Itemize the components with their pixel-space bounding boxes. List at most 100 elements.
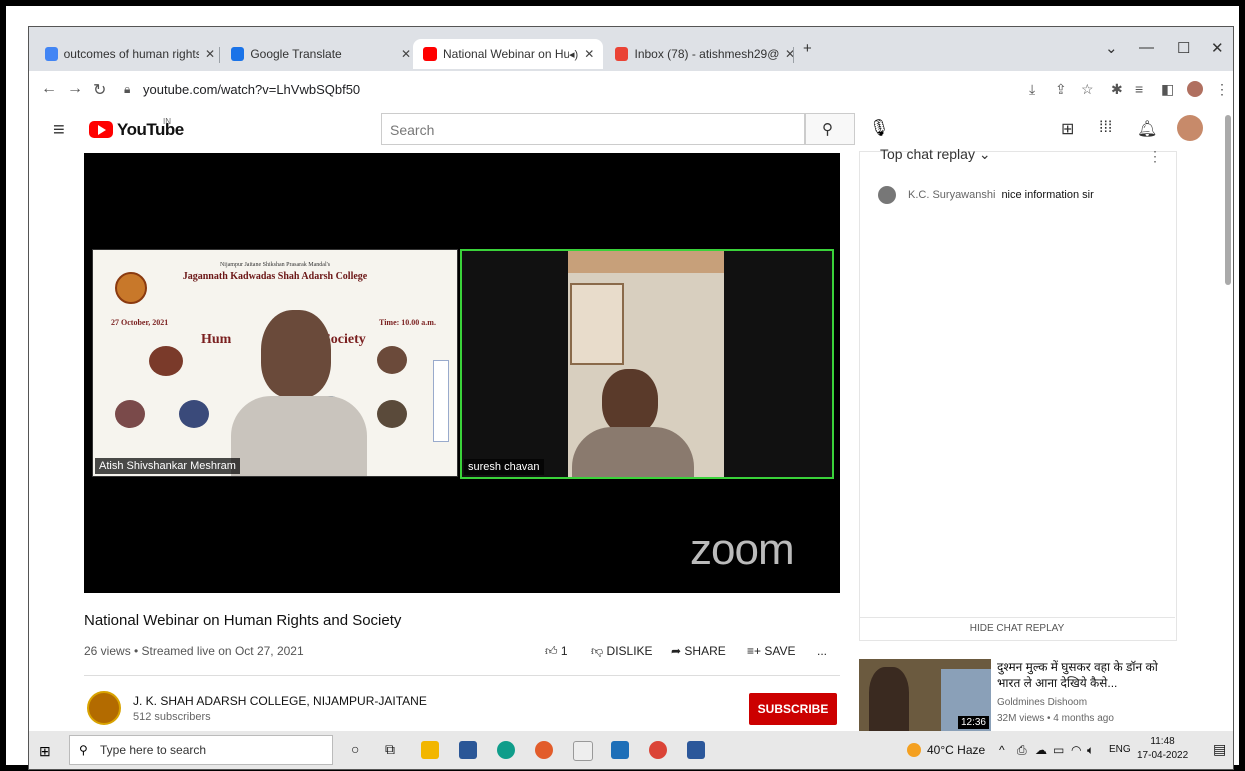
close-icon[interactable]: ✕ [584,47,594,61]
taskbar-clock[interactable]: 11:48 17-04-2022 [1137,735,1188,763]
wifi-icon[interactable]: ◠ [1071,743,1081,757]
recommended-title[interactable]: दुश्मन मुल्क में घुसकर वहा के डॉन को भार… [997,659,1167,691]
minimize-icon[interactable]: — [1139,39,1154,56]
profile-avatar[interactable] [1187,81,1203,97]
word-icon[interactable] [687,741,705,759]
search-input[interactable]: Search [381,113,805,145]
address-bar[interactable]: youtube.com/watch?v=LhVwbSQbf50 [143,82,360,97]
video-player[interactable]: Nijampur Jaitane Shikshan Prasarak Manda… [84,153,840,593]
cortana-icon[interactable]: ○ [351,741,359,757]
app-icon[interactable] [573,741,593,761]
edge-icon[interactable] [497,741,515,759]
chevron-down-icon: ⌄ [978,146,991,162]
onedrive-icon[interactable]: ☁ [1035,743,1047,757]
share-arrow-icon: ➦ [671,644,682,658]
apps-grid-icon[interactable]: ⁞⁞⁞ [1099,119,1112,137]
tab-national-webinar[interactable]: National Webinar on Human ◂) ✕ [413,39,603,69]
chevron-up-icon[interactable]: ^ [999,743,1005,757]
tab-google-translate[interactable]: Google Translate ✕ [221,39,411,69]
microphone-icon[interactable]: 🎙︎ [869,118,889,138]
taskbar-search-input[interactable]: Type here to search [69,735,333,765]
back-icon[interactable]: ← [41,80,57,98]
windows-start-icon[interactable]: ⊞ [39,743,51,760]
install-icon[interactable]: ⤓ [1029,81,1035,98]
window-close-icon[interactable]: ✕ [1211,39,1224,57]
translate-icon [231,47,245,61]
like-button[interactable]: 👍︎ 1 [545,644,568,659]
video-duration: 12:36 [957,716,989,729]
speaker-icon[interactable]: ◂) [569,48,578,61]
battery-icon[interactable]: ▭ [1053,743,1064,757]
poster-org: Nijampur Jaitane Shikshan Prasarak Manda… [219,262,331,268]
chrome-icon[interactable] [649,741,667,759]
chat-author: K.C. Suryawanshi [908,189,996,201]
speaker-photo [377,400,407,428]
youtube-logo-text[interactable]: YouTube [117,120,184,140]
windows-taskbar: ⊞ Type here to search ⚲ ○ ⧉ 40°C Haze ^ … [29,731,1233,769]
more-actions-button[interactable]: ... [817,644,827,658]
save-label: SAVE [764,644,796,658]
tab-outcomes[interactable]: outcomes of human rights webir ✕ [35,39,215,69]
participant-tile-left: Nijampur Jaitane Shikshan Prasarak Manda… [92,249,458,477]
poster-college: Jagannath Kadwadas Shah Adarsh College [182,271,368,282]
share-icon[interactable]: ⇪ [1055,81,1067,98]
meet-now-icon[interactable]: ⎙ [1017,743,1027,758]
channel-name[interactable]: J. K. SHAH ADARSH COLLEGE, NIJAMPUR-JAIT… [133,694,427,708]
create-video-icon[interactable]: ⊞ [1061,119,1074,139]
gmail-icon [615,47,629,61]
mail-icon[interactable] [611,741,629,759]
extensions-icon[interactable]: ✱ [1111,81,1123,98]
weather-text[interactable]: 40°C Haze [927,743,985,757]
account-avatar[interactable] [1177,115,1203,141]
speaker-photo [149,346,183,376]
chat-header[interactable]: Top chat replay ⌄ [880,146,991,163]
close-icon[interactable]: ✕ [401,47,411,61]
new-tab-button[interactable]: + [803,40,812,57]
chat-author-avatar [878,186,896,204]
tab-search-icon[interactable]: ⌄ [1105,39,1118,57]
share-label: SHARE [684,644,726,658]
thumbs-up-icon: 👍︎ [545,644,558,658]
file-explorer-icon[interactable] [421,741,439,759]
youtube-logo-icon[interactable] [89,121,113,138]
hide-chat-replay-button[interactable]: HIDE CHAT REPLAY [859,617,1175,640]
reload-icon[interactable]: ↻ [93,80,106,100]
subscriber-count: 512 subscribers [133,711,211,723]
live-chat-panel: Top chat replay ⌄ ⋮ K.C. Suryawanshi nic… [859,146,1177,641]
save-button[interactable]: ≡+ SAVE [747,644,795,658]
notifications-icon[interactable]: ▤ [1213,741,1226,758]
firefox-icon[interactable] [535,741,553,759]
chat-more-icon[interactable]: ⋮ [1148,148,1162,165]
tab-inbox[interactable]: Inbox (78) - atishmesh29@gmail ✕ [605,39,795,69]
language-indicator[interactable]: ENG [1109,744,1131,755]
volume-icon[interactable]: 🔈︎ [1087,743,1094,758]
menu-kebab-icon[interactable]: ⋮ [1215,81,1229,98]
recommended-thumbnail[interactable]: 12:36 [859,659,991,731]
hamburger-menu-icon[interactable]: ≡ [53,119,65,142]
bookmark-star-icon[interactable]: ☆ [1081,81,1094,98]
tab-divider [219,47,220,63]
playlist-add-icon: ≡+ [747,644,762,658]
forward-icon[interactable]: → [67,80,83,98]
close-icon[interactable]: ✕ [205,47,215,61]
notifications-bell-icon[interactable]: 🔔︎ [1137,119,1157,139]
side-panel-icon[interactable]: ◧ [1161,81,1174,98]
task-view-icon[interactable]: ⧉ [385,741,395,758]
recommended-channel[interactable]: Goldmines Dishoom [997,697,1087,708]
youtube-header: ≡ YouTube IN Search ⚲ 🎙︎ ⊞ ⁞⁞⁞ 🔔︎ [29,109,1233,151]
page-scrollbar[interactable] [1225,115,1231,285]
share-button[interactable]: ➦ SHARE [671,644,726,658]
chat-message: K.C. Suryawanshi nice information sir [878,186,1094,204]
video-title: National Webinar on Human Rights and Soc… [84,612,402,629]
dislike-button[interactable]: 👎︎ DISLIKE [591,644,653,659]
maximize-icon[interactable]: ☐ [1177,39,1190,57]
subscribe-button[interactable]: SUBSCRIBE [749,693,837,725]
channel-avatar[interactable] [87,691,121,725]
search-button[interactable]: ⚲ [805,113,855,145]
chat-header-label: Top chat replay [880,146,975,162]
address-row: ← → ↻ 🔒︎ youtube.com/watch?v=LhVwbSQbf50… [29,71,1233,109]
store-icon[interactable] [459,741,477,759]
poster-time: Time: 10.00 a.m. [379,318,436,327]
search-icon: ⚲ [79,743,88,757]
reading-list-icon[interactable]: ≡ [1135,81,1143,97]
